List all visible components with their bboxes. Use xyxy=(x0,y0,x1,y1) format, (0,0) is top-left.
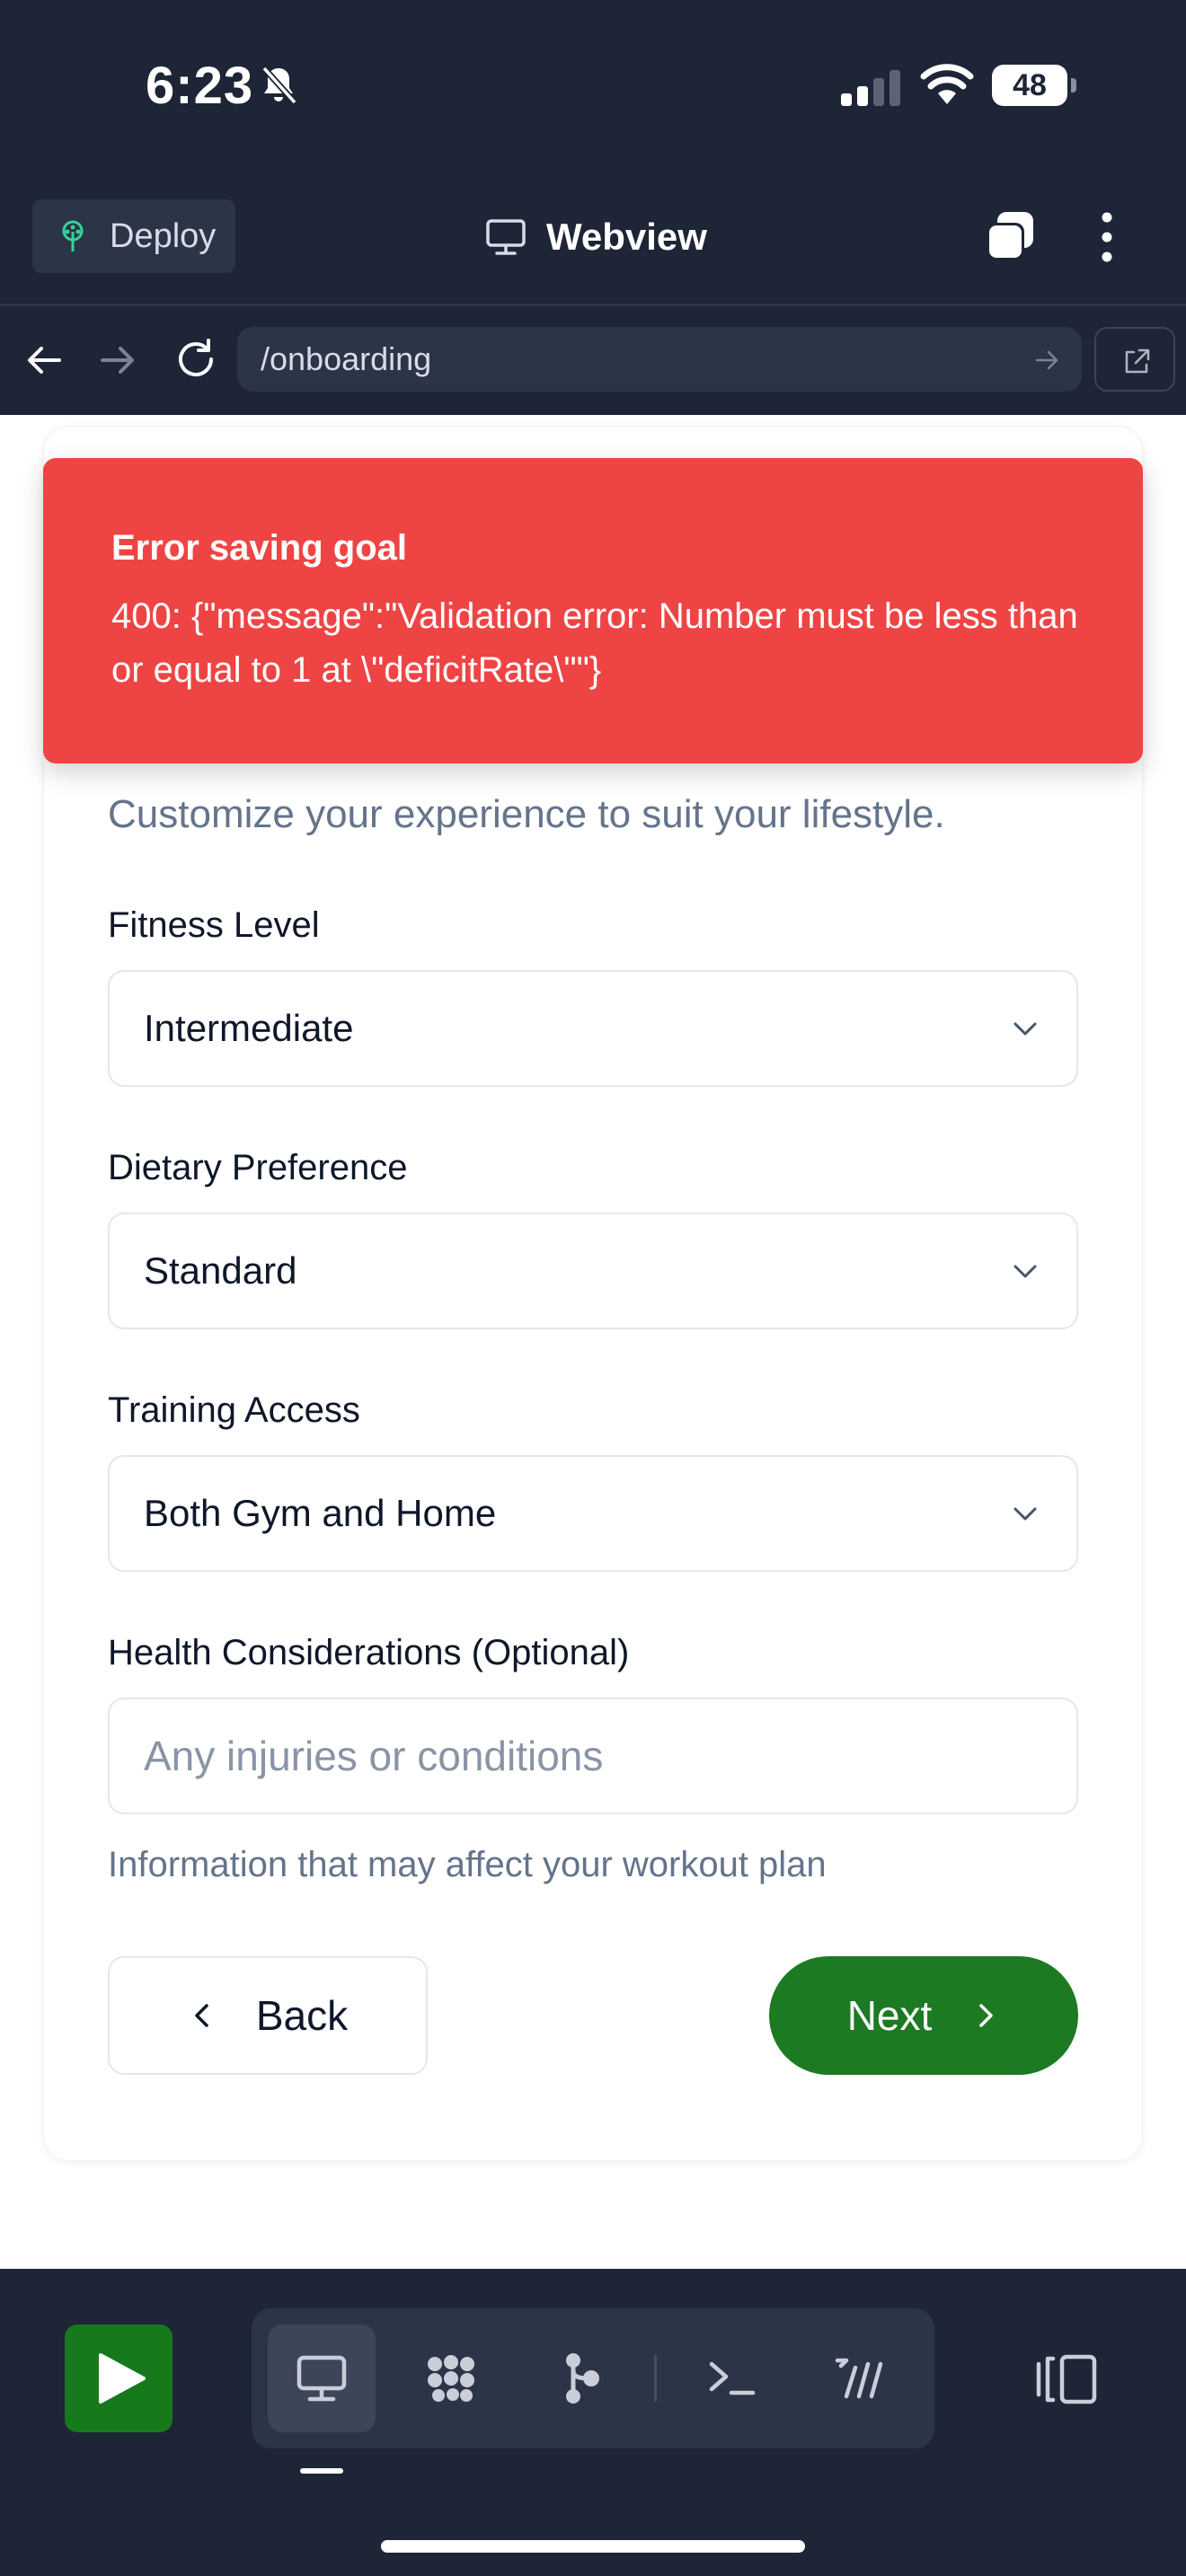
health-considerations-input[interactable] xyxy=(108,1698,1078,1814)
forward-arrow-icon[interactable] xyxy=(97,340,138,381)
arrow-right-icon[interactable] xyxy=(1033,347,1060,374)
error-toast[interactable]: Error saving goal 400: {"message":"Valid… xyxy=(43,458,1143,763)
bell-muted-icon xyxy=(261,66,297,105)
fitness-level-select[interactable]: Intermediate xyxy=(108,970,1078,1087)
monitor-icon xyxy=(486,219,526,255)
back-arrow-icon[interactable] xyxy=(23,340,65,381)
more-vertical-icon[interactable] xyxy=(1089,208,1125,266)
webview-label: Webview xyxy=(546,216,707,258)
webview-tool-button[interactable] xyxy=(268,2325,376,2432)
toast-title: Error saving goal xyxy=(111,528,407,568)
open-external-button[interactable] xyxy=(1094,327,1175,392)
tabs-icon[interactable] xyxy=(981,208,1039,266)
bottom-toolbar xyxy=(0,2269,1186,2576)
chevron-down-icon xyxy=(1013,1022,1037,1036)
url-text: /onboarding xyxy=(261,340,432,377)
training-access-select[interactable]: Both Gym and Home xyxy=(108,1455,1078,1572)
run-button[interactable] xyxy=(65,2325,173,2432)
console-icon xyxy=(835,2358,883,2399)
status-time: 6:23 xyxy=(146,57,254,115)
reload-icon[interactable] xyxy=(173,336,219,383)
tool-group xyxy=(252,2308,934,2448)
status-bar: 6:23 48 xyxy=(0,0,1186,180)
dietary-preference-select[interactable]: Standard xyxy=(108,1213,1078,1329)
active-tool-indicator xyxy=(300,2468,343,2474)
fitness-level-label: Fitness Level xyxy=(108,905,320,945)
chevron-right-icon xyxy=(979,2004,994,2027)
external-link-icon xyxy=(1125,348,1150,374)
git-tool-button[interactable] xyxy=(527,2325,634,2432)
back-label: Back xyxy=(255,1992,349,2039)
fitness-level-value: Intermediate xyxy=(144,1007,354,1049)
toolbar-separator xyxy=(654,2355,657,2402)
git-branch-icon xyxy=(566,2353,599,2404)
chevron-down-icon xyxy=(1013,1265,1037,1278)
agent-tool-button[interactable] xyxy=(397,2325,505,2432)
health-considerations-label: Health Considerations (Optional) xyxy=(108,1633,630,1672)
deploy-label: Deploy xyxy=(110,216,217,255)
battery-indicator: 48 xyxy=(992,65,1076,106)
deploy-button[interactable]: Deploy xyxy=(32,199,235,273)
back-button[interactable]: Back xyxy=(108,1956,428,2075)
url-field[interactable]: /onboarding xyxy=(237,327,1082,392)
dietary-preference-value: Standard xyxy=(144,1249,297,1292)
monitor-icon xyxy=(296,2355,347,2402)
battery-level: 48 xyxy=(1013,68,1047,102)
shell-tool-button[interactable] xyxy=(677,2325,785,2432)
toast-message: 400: {"message":"Validation error: Numbe… xyxy=(111,596,1078,690)
chevron-left-icon xyxy=(195,2004,208,2027)
dietary-preference-label: Dietary Preference xyxy=(108,1148,408,1187)
tree-icon xyxy=(62,220,84,251)
card-subtitle: Customize your experience to suit your l… xyxy=(108,792,945,836)
header-divider xyxy=(0,304,1186,306)
health-considerations-help: Information that may affect your workout… xyxy=(108,1845,827,1884)
webview-title: Webview xyxy=(485,210,707,264)
next-label: Next xyxy=(846,1992,933,2039)
swarm-icon xyxy=(428,2355,474,2402)
panel-layout-icon[interactable] xyxy=(1033,2351,1100,2407)
training-access-value: Both Gym and Home xyxy=(144,1492,497,1534)
next-button[interactable]: Next xyxy=(769,1956,1078,2075)
console-tool-button[interactable] xyxy=(807,2325,915,2432)
play-icon xyxy=(99,2353,146,2404)
terminal-icon xyxy=(709,2361,756,2395)
training-access-label: Training Access xyxy=(108,1390,360,1430)
cellular-signal-icon xyxy=(841,70,900,106)
chevron-down-icon xyxy=(1013,1507,1037,1521)
home-indicator xyxy=(381,2540,805,2553)
wifi-icon xyxy=(920,64,974,104)
